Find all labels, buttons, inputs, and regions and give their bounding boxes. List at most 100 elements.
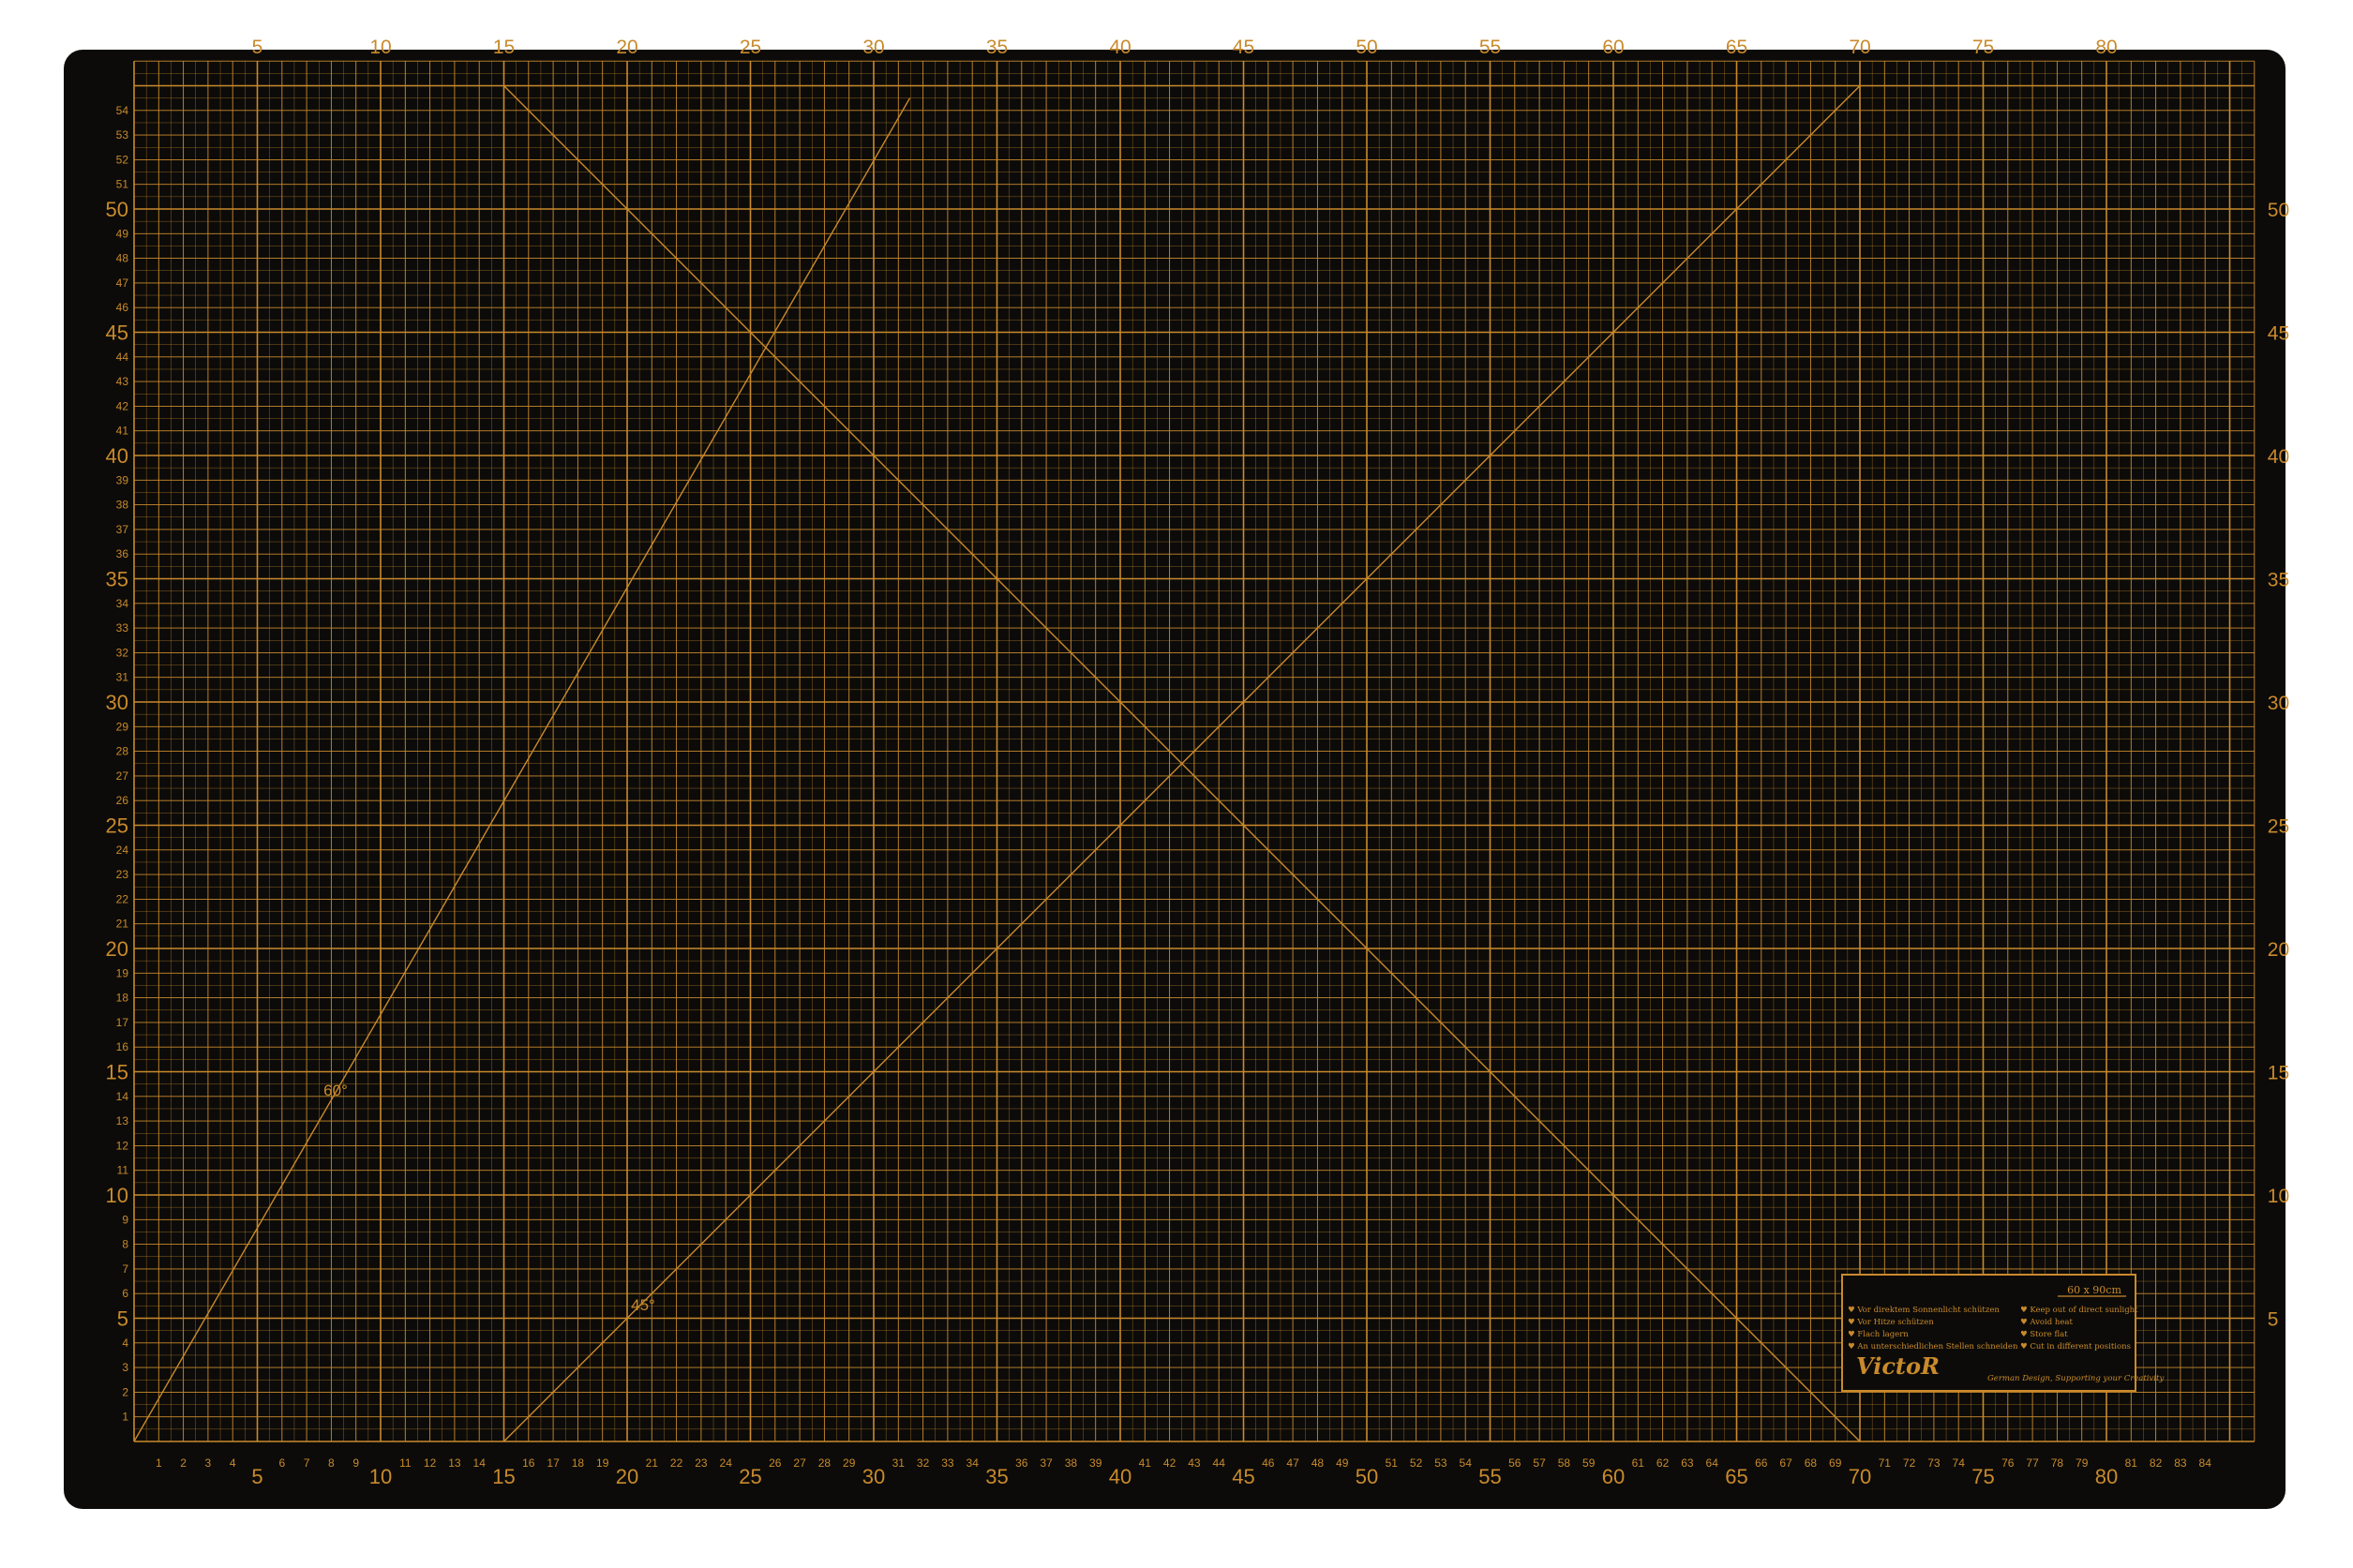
bottom-ruler-label: 46	[1262, 1456, 1275, 1470]
bottom-ruler-label: 17	[547, 1456, 560, 1470]
bottom-ruler-label: 33	[941, 1456, 954, 1470]
right-ruler-label: 10	[2268, 1186, 2289, 1207]
top-ruler-label: 5	[252, 37, 263, 58]
bottom-ruler-label: 83	[2174, 1456, 2187, 1470]
bottom-ruler-label: 35	[985, 1465, 1008, 1488]
left-ruler-label: 48	[116, 252, 129, 265]
bottom-ruler-label: 65	[1725, 1465, 1747, 1488]
cutting-mat: 5 10 15 20 25 30 35 40 45 50 55 60 65 70 75 80510152025…	[64, 37, 2289, 1509]
left-ruler-label: 6	[122, 1287, 128, 1300]
left-ruler-label: 27	[116, 769, 129, 783]
left-ruler-label: 20	[106, 937, 128, 961]
bottom-ruler-label: 36	[1015, 1456, 1028, 1470]
angle-marker-60: 60°	[323, 1082, 348, 1099]
left-ruler-label: 35	[106, 568, 128, 591]
left-ruler-label: 34	[116, 597, 129, 610]
bottom-ruler-label: 15	[492, 1465, 515, 1488]
right-ruler-label: 40	[2268, 446, 2289, 468]
bottom-ruler-label: 29	[843, 1456, 856, 1470]
top-ruler-label: 20	[616, 37, 637, 58]
bottom-ruler-label: 3	[205, 1456, 212, 1470]
left-ruler-label: 10	[106, 1184, 128, 1207]
bottom-ruler-label: 12	[424, 1456, 437, 1470]
bottom-ruler-label: 59	[1582, 1456, 1596, 1470]
top-ruler-label: 75	[1972, 37, 1994, 58]
bottom-ruler-label: 52	[1410, 1456, 1423, 1470]
bottom-ruler-label: 55	[1478, 1465, 1501, 1488]
bottom-ruler-label: 50	[1356, 1465, 1378, 1488]
left-ruler-label: 24	[116, 844, 129, 857]
top-ruler-label: 60	[1602, 37, 1624, 58]
right-ruler-label: 20	[2268, 939, 2289, 961]
info-en-3: ♥ Store flat	[2020, 1330, 2068, 1339]
bottom-ruler-label: 1	[156, 1456, 162, 1470]
info-de-4: ♥ An unterschiedlichen Stellen schneiden	[1848, 1342, 2018, 1351]
left-ruler-label: 52	[116, 153, 129, 166]
bottom-ruler-label: 30	[862, 1465, 885, 1488]
left-ruler-label: 5	[117, 1307, 128, 1331]
bottom-ruler-label: 2	[180, 1456, 187, 1470]
bottom-ruler-label: 70	[1849, 1465, 1871, 1488]
bottom-ruler-label: 68	[1805, 1456, 1818, 1470]
left-ruler-label: 15	[106, 1061, 128, 1084]
left-ruler-label: 8	[122, 1238, 128, 1251]
top-ruler-label: 30	[862, 37, 884, 58]
left-ruler-label: 39	[116, 473, 129, 486]
right-ruler-label: 30	[2268, 693, 2289, 714]
bottom-ruler-label: 24	[720, 1456, 733, 1470]
bottom-ruler-label: 19	[596, 1456, 609, 1470]
left-ruler-label: 29	[116, 720, 129, 733]
bottom-ruler-label: 38	[1065, 1456, 1078, 1470]
bottom-ruler-label: 62	[1656, 1456, 1670, 1470]
bottom-ruler-label: 81	[2125, 1456, 2138, 1470]
bottom-ruler-label: 54	[1460, 1456, 1473, 1470]
top-ruler-label: 80	[2095, 37, 2117, 58]
bottom-ruler-label: 56	[1508, 1456, 1521, 1470]
info-de-3: ♥ Flach lagern	[1848, 1330, 1909, 1339]
bottom-ruler-label: 76	[2001, 1456, 2015, 1470]
left-ruler-label: 54	[116, 104, 129, 117]
bottom-ruler-label: 13	[448, 1456, 461, 1470]
bottom-ruler-label: 74	[1953, 1456, 1966, 1470]
bottom-ruler-label: 28	[818, 1456, 832, 1470]
left-ruler-label: 26	[116, 794, 129, 807]
bottom-ruler-label: 5	[251, 1465, 262, 1488]
left-ruler-label: 7	[122, 1262, 128, 1276]
bottom-ruler-label: 8	[328, 1456, 335, 1470]
bottom-ruler-label: 14	[473, 1456, 487, 1470]
bottom-ruler-label: 77	[2026, 1456, 2039, 1470]
bottom-ruler-label: 9	[352, 1456, 359, 1470]
bottom-ruler-label: 66	[1755, 1456, 1768, 1470]
left-ruler-label: 14	[116, 1090, 129, 1103]
left-ruler-label: 13	[116, 1114, 129, 1127]
info-en-2: ♥ Avoid heat	[2020, 1318, 2073, 1327]
bottom-ruler-label: 34	[967, 1456, 980, 1470]
left-ruler-label: 1	[122, 1411, 128, 1424]
bottom-ruler-label: 22	[670, 1456, 683, 1470]
bottom-ruler-label: 51	[1386, 1456, 1399, 1470]
right-ruler-label: 35	[2268, 570, 2289, 591]
bottom-ruler-label: 20	[616, 1465, 638, 1488]
brand-logo: VictoR	[1856, 1352, 1940, 1380]
bottom-ruler-label: 73	[1927, 1456, 1941, 1470]
left-ruler-label: 16	[116, 1040, 129, 1053]
bottom-ruler-label: 60	[1602, 1465, 1625, 1488]
bottom-ruler-label: 27	[793, 1456, 806, 1470]
left-ruler-label: 3	[122, 1361, 128, 1374]
left-ruler-label: 18	[116, 992, 129, 1005]
top-ruler-label: 35	[986, 37, 1008, 58]
left-ruler-label: 22	[116, 892, 129, 905]
left-ruler-label: 38	[116, 499, 129, 512]
right-ruler-label: 45	[2268, 323, 2289, 345]
left-ruler-label: 50	[106, 198, 128, 221]
top-ruler-label: 10	[369, 37, 391, 58]
info-de-2: ♥ Vor Hitze schützen	[1848, 1318, 1934, 1327]
bottom-ruler-label: 48	[1311, 1456, 1325, 1470]
bottom-ruler-label: 57	[1533, 1456, 1546, 1470]
bottom-ruler-label: 58	[1558, 1456, 1571, 1470]
left-ruler-label: 9	[122, 1213, 128, 1226]
bottom-ruler-label: 64	[1706, 1456, 1719, 1470]
left-ruler-label: 44	[116, 351, 129, 364]
top-ruler-label: 25	[740, 37, 761, 58]
bottom-ruler-label: 21	[646, 1456, 659, 1470]
